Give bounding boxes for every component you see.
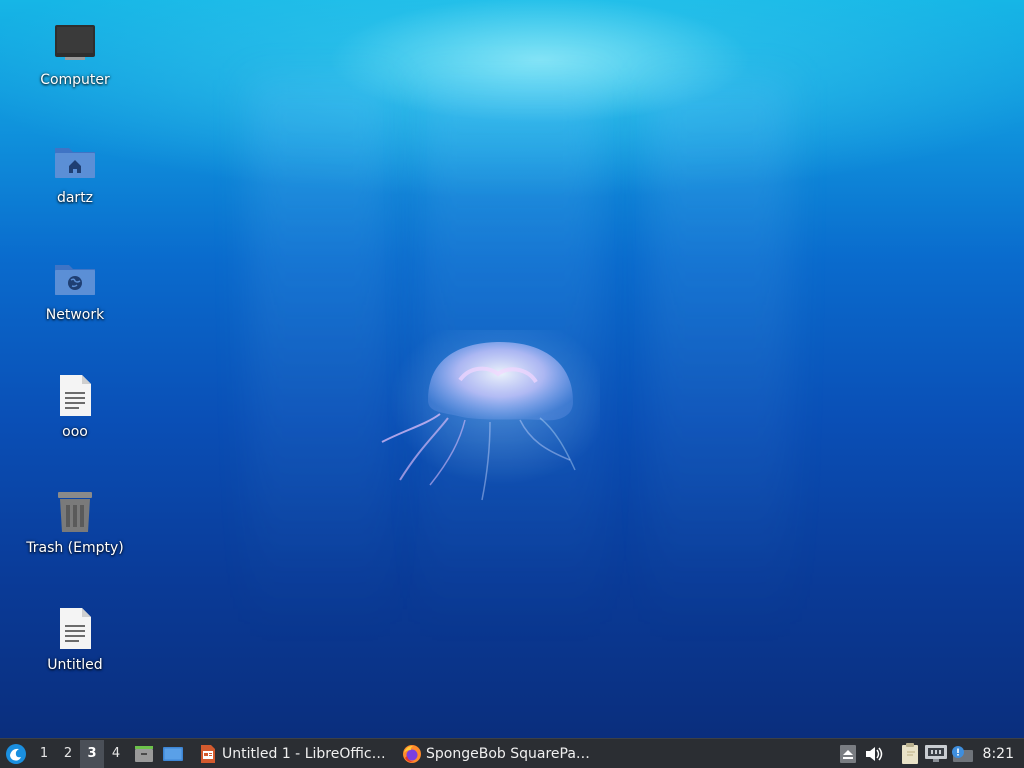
- task-label: Untitled 1 - LibreOffic…: [222, 745, 386, 762]
- desktop-icon-file-ooo[interactable]: ooo: [20, 374, 130, 440]
- clipboard-button[interactable]: [897, 740, 923, 768]
- file-manager-icon: [135, 745, 153, 762]
- clock[interactable]: 8:21: [975, 746, 1024, 762]
- volume-button[interactable]: [861, 740, 887, 768]
- file-manager-launcher[interactable]: [130, 740, 158, 768]
- workspace-4-button[interactable]: 4: [104, 740, 128, 768]
- desktop-icon-trash[interactable]: Trash (Empty): [20, 490, 130, 556]
- task-button-firefox[interactable]: SpongeBob SquarePa…: [396, 740, 598, 768]
- desktop-icon-label: Computer: [40, 72, 110, 88]
- update-notifier-icon: [951, 745, 973, 762]
- lubuntu-logo-icon: [6, 743, 26, 764]
- task-button-libreoffice[interactable]: Untitled 1 - LibreOffic…: [192, 740, 390, 768]
- show-desktop-icon: [163, 746, 183, 761]
- task-label: SpongeBob SquarePa…: [426, 745, 590, 762]
- desktop-icon-label: Trash (Empty): [26, 540, 124, 556]
- desktop-icon-label: dartz: [56, 190, 94, 206]
- libreoffice-impress-icon: [201, 744, 215, 763]
- show-desktop-button[interactable]: [158, 740, 188, 768]
- clipboard-icon: [901, 742, 918, 764]
- start-menu-button[interactable]: [0, 740, 32, 768]
- desktop-icon-label: Untitled: [47, 657, 103, 673]
- computer-icon: [55, 25, 95, 60]
- light-ray: [650, 80, 790, 640]
- text-file-icon: [60, 608, 91, 649]
- desktop-background[interactable]: Computer dartz Network ooo Trash (Empty)…: [0, 0, 1024, 738]
- workspace-switcher: 1 2 3 4: [32, 739, 128, 768]
- network-wired-icon: [924, 744, 947, 762]
- update-notifier-button[interactable]: [949, 740, 975, 768]
- desktop-icon-label: Network: [45, 307, 105, 323]
- network-folder-icon: [55, 265, 95, 295]
- text-file-icon: [60, 375, 91, 416]
- light-ray: [250, 80, 390, 640]
- home-folder-icon: [55, 148, 95, 178]
- trash-icon: [58, 492, 92, 532]
- taskbar: 1 2 3 4 Untitled 1 - LibreOffic… SpongeB…: [0, 738, 1024, 768]
- desktop-icon-network[interactable]: Network: [20, 257, 130, 323]
- workspace-1-button[interactable]: 1: [32, 740, 56, 768]
- desktop-icon-file-untitled[interactable]: Untitled: [20, 607, 130, 673]
- jellyfish-illustration: [381, 330, 600, 501]
- workspace-2-button[interactable]: 2: [56, 740, 80, 768]
- network-status-button[interactable]: [923, 740, 949, 768]
- workspace-3-button[interactable]: 3: [80, 739, 104, 768]
- volume-icon: [865, 746, 882, 761]
- desktop-icon-label: ooo: [62, 424, 88, 440]
- desktop-icon-home-folder[interactable]: dartz: [20, 140, 130, 206]
- firefox-icon: [403, 744, 421, 763]
- eject-button[interactable]: [835, 740, 861, 768]
- desktop-icon-computer[interactable]: Computer: [20, 22, 130, 88]
- eject-icon: [839, 744, 856, 763]
